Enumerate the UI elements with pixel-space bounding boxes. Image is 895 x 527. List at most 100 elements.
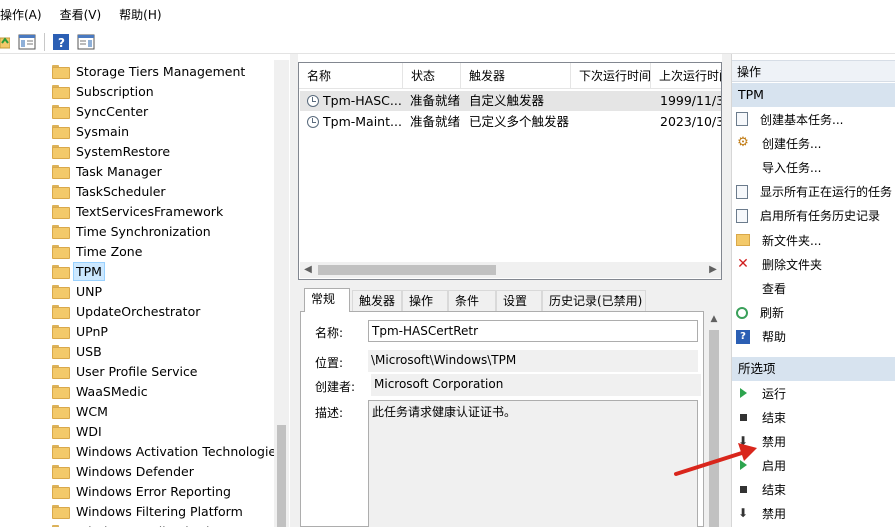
- tree-item[interactable]: Subscription: [52, 81, 156, 101]
- menu-action[interactable]: 操作(A): [0, 0, 51, 30]
- action-item[interactable]: 运行: [736, 383, 786, 403]
- action-item[interactable]: 显示所有正在运行的任务: [736, 182, 892, 202]
- tree-item[interactable]: SystemRestore: [52, 141, 172, 161]
- tab-settings[interactable]: 设置: [496, 290, 542, 312]
- tree-item-label: Storage Tiers Management: [76, 63, 246, 79]
- tree-item[interactable]: WaaSMedic: [52, 381, 150, 401]
- task-detail-pane: 常规 触发器 操作 条件 设置 历史记录(已禁用) 名称: Tpm-HASCer…: [298, 288, 722, 527]
- tree-item[interactable]: Time Synchronization: [52, 221, 213, 241]
- help-button[interactable]: ?: [51, 32, 71, 52]
- tree-scrollbar[interactable]: [274, 60, 289, 527]
- action-item[interactable]: 启用: [736, 455, 786, 475]
- task-list-hscrollbar[interactable]: ◀ ▶: [300, 262, 721, 278]
- tab-conditions[interactable]: 条件: [448, 290, 496, 312]
- tree-item[interactable]: TaskScheduler: [52, 181, 168, 201]
- column-name[interactable]: 名称: [299, 63, 403, 89]
- folder-up-button[interactable]: [0, 32, 10, 52]
- pane-splitter-horizontal[interactable]: [298, 280, 722, 288]
- task-trigger: 已定义多个触发器: [469, 114, 570, 129]
- action-label: 删除文件夹: [762, 257, 823, 272]
- column-trigger[interactable]: 触发器: [461, 63, 571, 89]
- pane-splitter-right[interactable]: [722, 54, 731, 527]
- tree-item[interactable]: TPM: [52, 261, 105, 281]
- tree-item[interactable]: SyncCenter: [52, 101, 150, 121]
- tree-item[interactable]: User Profile Service: [52, 361, 200, 381]
- tree-item-label: Time Synchronization: [76, 223, 211, 239]
- column-next-run[interactable]: 下次运行时间: [571, 63, 651, 89]
- actions-group-tpm[interactable]: TPM: [732, 83, 895, 107]
- description-field[interactable]: 此任务请求健康认证证书。: [368, 400, 698, 527]
- end-icon: [736, 410, 750, 424]
- name-field[interactable]: Tpm-HASCertRetr: [368, 320, 698, 342]
- tree-item[interactable]: Storage Tiers Management: [52, 61, 247, 81]
- tree-item[interactable]: Task Manager: [52, 161, 164, 181]
- action-item[interactable]: 查看: [736, 278, 786, 298]
- detail-scrollbar-thumb[interactable]: [709, 330, 719, 527]
- tree-item[interactable]: Time Zone: [52, 241, 144, 261]
- action-item[interactable]: 刷新: [736, 303, 784, 323]
- tree-item-label: SyncCenter: [76, 103, 149, 119]
- action-item[interactable]: 启用所有任务历史记录: [736, 206, 880, 226]
- tree-item[interactable]: WCM: [52, 401, 110, 421]
- tree-item[interactable]: UNP: [52, 281, 104, 301]
- tree-item[interactable]: WDI: [52, 421, 104, 441]
- detail-scrollbar[interactable]: ▲: [706, 312, 722, 527]
- general-tab-body: 名称: Tpm-HASCertRetr 位置: \Microsoft\Windo…: [300, 311, 704, 527]
- tree-item[interactable]: Windows Activation Technologies: [52, 441, 285, 461]
- location-value: \Microsoft\Windows\TPM: [368, 350, 698, 372]
- tree-item-label: WCM: [76, 403, 108, 419]
- pane-splitter-left[interactable]: [290, 54, 298, 527]
- action-item[interactable]: ⬇ 禁用: [736, 503, 786, 523]
- column-last-run[interactable]: 上次运行时间: [651, 63, 721, 89]
- tree-item[interactable]: USB: [52, 341, 104, 361]
- tree-item[interactable]: UPnP: [52, 321, 110, 341]
- action-item[interactable]: ⚙ 创建任务...: [736, 133, 821, 153]
- tree-scrollbar-thumb[interactable]: [277, 425, 286, 527]
- tree-item[interactable]: Windows Error Reporting: [52, 481, 233, 501]
- column-status[interactable]: 状态: [403, 63, 461, 89]
- scroll-left-icon[interactable]: ◀: [300, 262, 316, 278]
- task-name: Tpm-HASC...: [323, 93, 402, 108]
- tree-item-label: TPM: [73, 261, 105, 281]
- action-item[interactable]: 导入任务...: [736, 157, 821, 177]
- task-last-run: 1999/11/3: [660, 93, 722, 108]
- tree-item[interactable]: Windows Media Sharing: [52, 521, 227, 527]
- tab-history[interactable]: 历史记录(已禁用): [542, 290, 646, 312]
- task-folder-tree[interactable]: Storage Tiers Management Subscription Sync…: [0, 60, 290, 527]
- action-item[interactable]: 新文件夹...: [736, 230, 821, 250]
- tree-item[interactable]: Windows Filtering Platform: [52, 501, 245, 521]
- show-hide-tree-button[interactable]: [16, 32, 38, 52]
- action-label: 显示所有正在运行的任务: [760, 185, 893, 200]
- tree-item[interactable]: TextServicesFramework: [52, 201, 225, 221]
- menu-view[interactable]: 查看(V): [51, 0, 111, 30]
- scroll-up-icon[interactable]: ▲: [706, 314, 722, 324]
- task-row[interactable]: Tpm-Maint... 准备就绪 已定义多个触发器 2023/10/3: [300, 112, 721, 132]
- action-pane-button[interactable]: [75, 32, 97, 52]
- tab-actions[interactable]: 操作: [402, 290, 448, 312]
- action-item[interactable]: 结束: [736, 407, 786, 427]
- action-item[interactable]: ⬇ 禁用: [736, 431, 786, 451]
- action-label: 创建任务...: [762, 136, 822, 151]
- action-item[interactable]: 结束: [736, 479, 786, 499]
- tab-triggers[interactable]: 触发器: [352, 290, 402, 312]
- action-label: 刷新: [760, 306, 785, 321]
- action-pane-icon: [77, 34, 95, 49]
- run-icon: [736, 386, 750, 400]
- action-item[interactable]: ✕ 删除文件夹: [736, 254, 822, 274]
- action-item[interactable]: 创建基本任务...: [736, 109, 843, 129]
- action-item[interactable]: ? 帮助: [736, 327, 786, 347]
- tree-item-label: WDI: [76, 423, 102, 439]
- action-label: 查看: [762, 281, 787, 296]
- tree-item[interactable]: UpdateOrchestrator: [52, 301, 202, 321]
- menu-help[interactable]: 帮助(H): [110, 0, 170, 30]
- tree-item[interactable]: Windows Defender: [52, 461, 196, 481]
- task-row[interactable]: Tpm-HASC... 准备就绪 自定义触发器 1999/11/3: [300, 91, 722, 111]
- tree-item[interactable]: Sysmain: [52, 121, 131, 141]
- tab-general[interactable]: 常规: [304, 288, 350, 312]
- scroll-right-icon[interactable]: ▶: [705, 262, 721, 278]
- tree-item-label: User Profile Service: [76, 363, 198, 379]
- task-list-hscroll-thumb[interactable]: [318, 265, 496, 275]
- task-list[interactable]: 名称 状态 触发器 下次运行时间 上次运行时间 Tpm-HASC... 准备就绪…: [298, 62, 722, 280]
- create-basic-task-icon: [736, 112, 748, 126]
- actions-group-selected[interactable]: 所选项: [732, 357, 895, 381]
